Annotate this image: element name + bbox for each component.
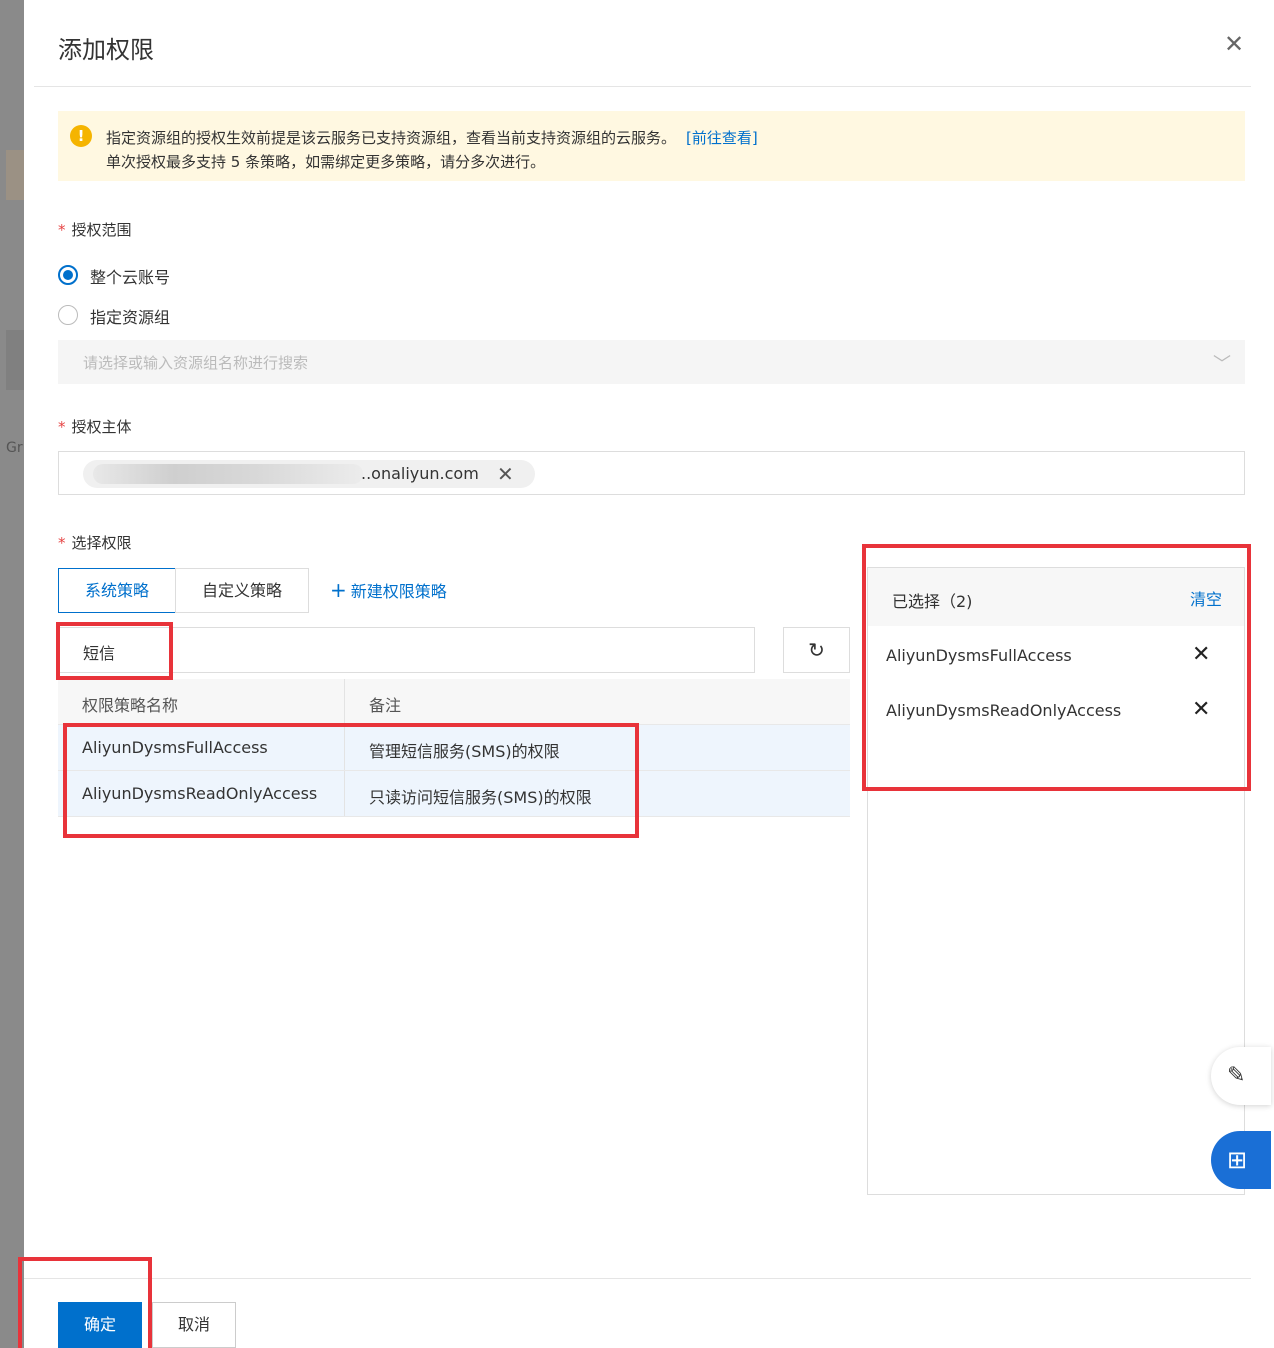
table-header: 权限策略名称 备注	[58, 679, 850, 725]
scope-label-text: 授权范围	[71, 221, 132, 239]
permissions-label: * 选择权限	[58, 532, 132, 553]
tab-system-policy[interactable]: 系统策略	[58, 568, 176, 613]
principal-input[interactable]: ..onaliyun.com ✕	[58, 451, 1245, 495]
scope-label: * 授权范围	[58, 219, 132, 240]
cancel-button[interactable]: 取消	[152, 1302, 236, 1348]
background-strip	[6, 330, 24, 390]
notice-text: 指定资源组的授权生效前提是该云服务已支持资源组，查看当前支持资源组的云服务。	[106, 129, 677, 147]
highlight-box-search	[56, 622, 173, 680]
principal-label: * 授权主体	[58, 416, 132, 437]
required-mark: *	[58, 221, 66, 239]
header-divider	[34, 86, 1251, 87]
principal-tag-text: ..onaliyun.com	[361, 464, 479, 483]
new-policy-link[interactable]: + 新建权限策略	[330, 578, 447, 602]
column-divider	[344, 679, 345, 724]
highlight-box-rows	[63, 723, 639, 838]
redacted-account	[93, 464, 363, 484]
notice-line-1: 指定资源组的授权生效前提是该云服务已支持资源组，查看当前支持资源组的云服务。 [前…	[106, 127, 758, 148]
resource-group-placeholder: 请选择或输入资源组名称进行搜索	[83, 354, 309, 372]
remove-tag-icon[interactable]: ✕	[497, 462, 514, 486]
required-mark: *	[58, 418, 66, 436]
radio-resource-group[interactable]	[58, 305, 78, 325]
view-link[interactable]: [前往查看]	[686, 129, 758, 147]
notice-banner: ! 指定资源组的授权生效前提是该云服务已支持资源组，查看当前支持资源组的云服务。…	[58, 111, 1245, 181]
background-strip	[6, 150, 24, 200]
highlight-box-selected	[862, 544, 1251, 791]
warning-icon: !	[70, 125, 92, 147]
column-header-name: 权限策略名称	[82, 696, 179, 715]
close-icon[interactable]: ✕	[1224, 32, 1248, 56]
footer-divider	[24, 1278, 1251, 1279]
chevron-down-icon: ﹀	[1213, 354, 1231, 375]
radio-label-resource-group: 指定资源组	[90, 308, 171, 327]
new-policy-label: 新建权限策略	[350, 582, 447, 601]
column-header-note: 备注	[369, 696, 402, 715]
radio-whole-account[interactable]	[58, 265, 78, 285]
refresh-icon[interactable]: ↻	[783, 627, 850, 673]
permissions-label-text: 选择权限	[71, 534, 132, 552]
radio-label-whole-account: 整个云账号	[90, 268, 171, 287]
notice-line-2: 单次授权最多支持 5 条策略，如需绑定更多策略，请分多次进行。	[106, 153, 546, 171]
resource-group-select[interactable]: 请选择或输入资源组名称进行搜索 ﹀	[58, 340, 1245, 384]
tab-custom-policy[interactable]: 自定义策略	[175, 568, 309, 613]
dialog-title: 添加权限	[58, 36, 154, 64]
principal-tag: ..onaliyun.com ✕	[83, 460, 535, 488]
background-peek-text: Gr	[6, 440, 23, 456]
edit-icon[interactable]: ✎	[1211, 1047, 1271, 1105]
grid-menu-icon[interactable]: ⊞	[1211, 1131, 1271, 1189]
principal-label-text: 授权主体	[71, 418, 132, 436]
plus-icon: +	[330, 578, 347, 602]
background-overlay: Gr	[0, 0, 24, 1348]
highlight-box-confirm	[18, 1257, 152, 1348]
required-mark: *	[58, 534, 66, 552]
